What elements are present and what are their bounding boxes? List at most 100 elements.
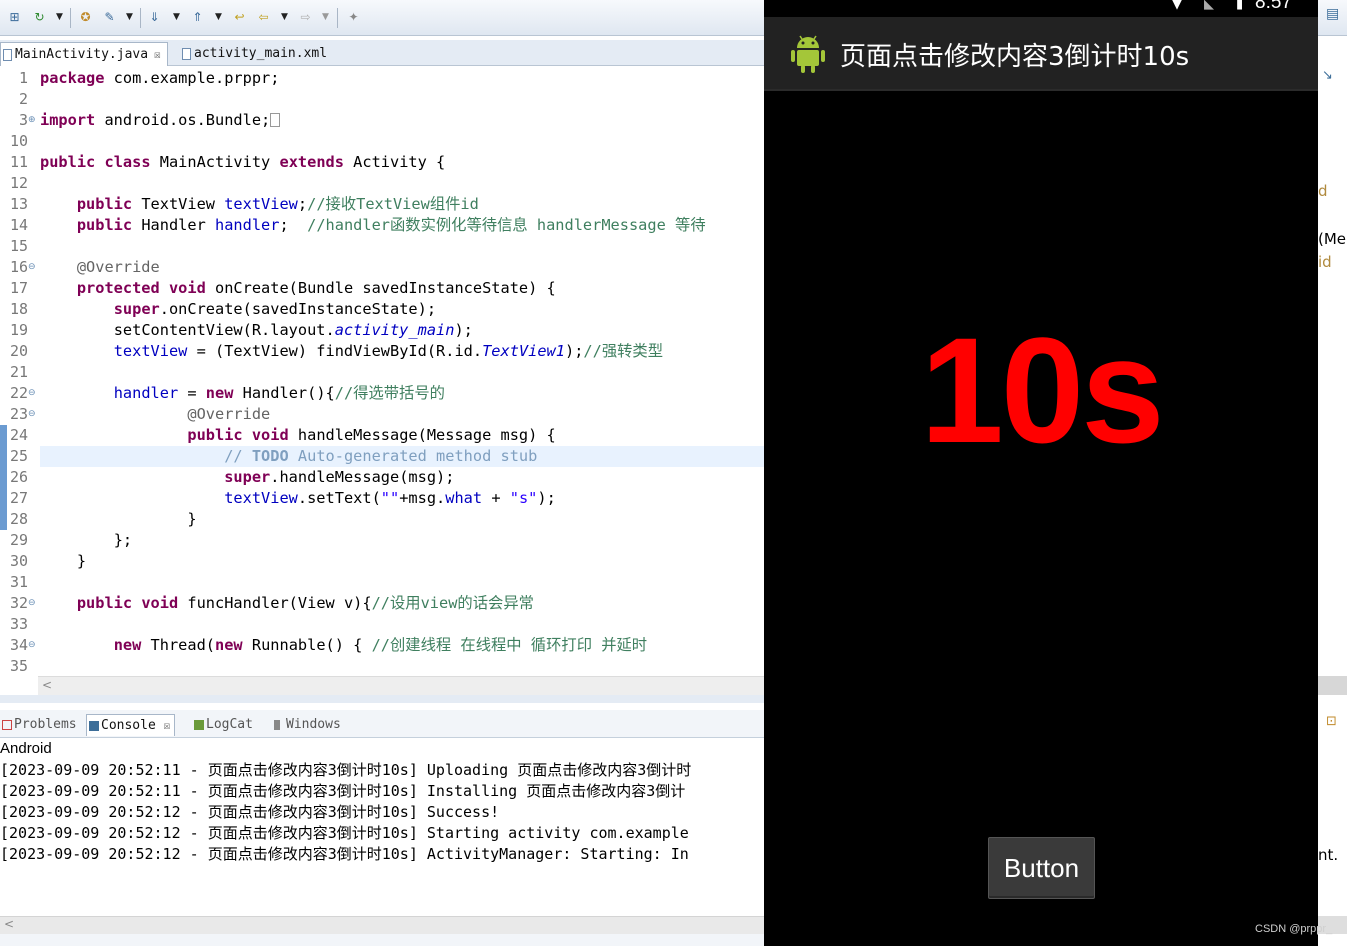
new-console-icon[interactable]: ⊡ [1326,714,1337,729]
code-line-14: public Handler handler; //handler函数实例化等待… [76,216,706,234]
console-icon [89,721,99,731]
code-line-19: setContentView(R.layout.activity_main); [113,321,473,339]
watermark: CSDN @prppr_ [1255,923,1333,935]
line-number: 16 [9,258,28,276]
code-line-25: // TODO Auto-generated method stub [224,447,538,465]
tab-activity-main-xml[interactable]: activity_main.xml [180,42,333,66]
outline-fragment: (Me [1318,230,1347,248]
android-app-icon [791,35,825,73]
console-horizontal-scrollbar[interactable]: < [0,916,764,934]
line-number: 13 [9,195,28,213]
code-line-34: new Thread(new Runnable() { //创建线程 在线程中 … [113,636,648,654]
back-icon[interactable]: ⇦ [255,9,272,26]
line-number: 33 [9,615,28,633]
code-line-27: textView.setText(""+msg.what + "s"); [224,489,556,507]
chevron-left-icon[interactable]: < [42,678,52,692]
open-perspective-icon[interactable]: ✪ [77,9,94,26]
tab-label: LogCat [206,717,253,732]
code-line-13: public TextView textView;//接收TextView组件i… [76,195,479,213]
pin-icon[interactable]: ✦ [345,9,362,26]
perspective-icon[interactable]: ▤ [1326,6,1339,22]
line-number: 22 [9,384,28,402]
wand-icon[interactable]: ✎ [101,9,118,26]
line-number: 26 [9,468,28,486]
line-number: 17 [9,279,28,297]
line-number: 14 [9,216,28,234]
code-line-32: public void funcHandler(View v){//设用view… [76,594,534,612]
editor-horizontal-scrollbar[interactable]: < [38,676,764,695]
outline-fragment: id [1318,253,1332,271]
code-line-24: public void handleMessage(Message msg) { [187,426,556,444]
forward-icon[interactable]: ⇨ [297,9,314,26]
problems-icon [2,720,12,730]
tab-problems[interactable]: Problems [0,714,81,736]
line-number: 2 [18,90,28,108]
fold-collapse-icon[interactable]: ⊖ [28,593,36,614]
prev-annotation-icon[interactable]: ⇑ [189,9,206,26]
code-line-28: } [187,510,197,528]
log-line: [2023-09-09 20:52:12 - 页面点击修改内容3倒计时10s] … [0,824,689,842]
line-number: 12 [9,174,28,192]
line-number: 21 [9,363,28,381]
fold-collapse-icon[interactable]: ⊖ [28,635,36,656]
status-bar: ▼ ◣ ▮ 8:57 [764,0,1318,17]
fold-expand-icon[interactable]: ⊕ [28,110,36,131]
log-line: [2023-09-09 20:52:11 - 页面点击修改内容3倒计时10s] … [0,761,692,779]
tab-windows[interactable]: Windows [272,714,345,736]
wifi-icon: ▼ [1172,0,1182,12]
code-line-20: textView = (TextView) findViewById(R.id.… [113,342,664,360]
code-line-1: package com.example.prppr; [40,69,280,87]
tab-label: MainActivity.java [15,47,149,62]
run-icon[interactable]: ↻ [31,9,48,26]
chevron-down-icon[interactable]: ▼ [215,12,222,22]
line-number: 11 [9,153,28,171]
line-number: 20 [9,342,28,360]
code-line-3: import android.os.Bundle; [40,110,281,131]
log-line: [2023-09-09 20:52:12 - 页面点击修改内容3倒计时10s] … [0,845,689,863]
line-number: 24 [9,426,28,444]
console-title: Android [0,740,52,757]
tab-mainactivity-java[interactable]: MainActivity.java ☒ [0,42,168,66]
close-icon[interactable]: ☒ [154,48,161,61]
tool-icon[interactable]: ↘ [1322,68,1333,83]
console-fragment: nt. [1318,846,1339,864]
chevron-left-icon[interactable]: < [4,917,14,931]
line-number: 25 [9,447,28,465]
fold-collapse-icon[interactable]: ⊖ [28,257,36,278]
tab-label: Windows [286,717,341,732]
log-line: [2023-09-09 20:52:12 - 页面点击修改内容3倒计时10s] … [0,803,500,821]
next-annotation-icon[interactable]: ⇓ [146,9,163,26]
start-button[interactable]: Button [988,837,1095,899]
chevron-down-icon[interactable]: ▼ [173,12,180,22]
fold-collapse-icon[interactable]: ⊖ [28,383,36,404]
editor-divider [0,695,764,703]
tab-label: Problems [14,717,77,732]
close-icon[interactable]: ☒ [164,719,171,732]
code-line-22: handler = new Handler(){//得选带括号的 [113,384,445,402]
code-editor[interactable]: 1 2 3 10 11 12 13 14 15 16 17 18 19 20 2… [0,66,764,676]
line-number: 35 [9,657,28,675]
tab-console[interactable]: Console ☒ [86,714,176,736]
line-number: 1 [18,69,28,87]
last-edit-icon[interactable]: ↩ [231,9,248,26]
console-output[interactable]: [2023-09-09 20:52:11 - 页面点击修改内容3倒计时10s] … [0,760,764,910]
line-number: 15 [9,237,28,255]
line-number: 10 [9,132,28,150]
chevron-down-icon[interactable]: ▼ [322,12,329,22]
line-number: 18 [9,300,28,318]
scrollbar[interactable] [1318,676,1347,695]
tab-logcat[interactable]: LogCat [192,714,257,736]
code-line-26: super.handleMessage(msg); [224,468,455,486]
new-icon[interactable]: ⊞ [6,9,23,26]
outline-fragment: d [1318,182,1328,200]
code-line-17: protected void onCreate(Bundle savedInst… [76,279,556,297]
chevron-down-icon[interactable]: ▼ [126,12,133,22]
fold-collapse-icon[interactable]: ⊖ [28,404,36,425]
code-line-16: @Override [76,258,160,276]
chevron-down-icon[interactable]: ▼ [56,12,63,22]
battery-icon: ▮ [1236,0,1244,12]
code-line-18: super.onCreate(savedInstanceState); [113,300,437,318]
chevron-down-icon[interactable]: ▼ [281,12,288,22]
tab-label: activity_main.xml [194,46,328,61]
line-number: 34 [9,636,28,654]
